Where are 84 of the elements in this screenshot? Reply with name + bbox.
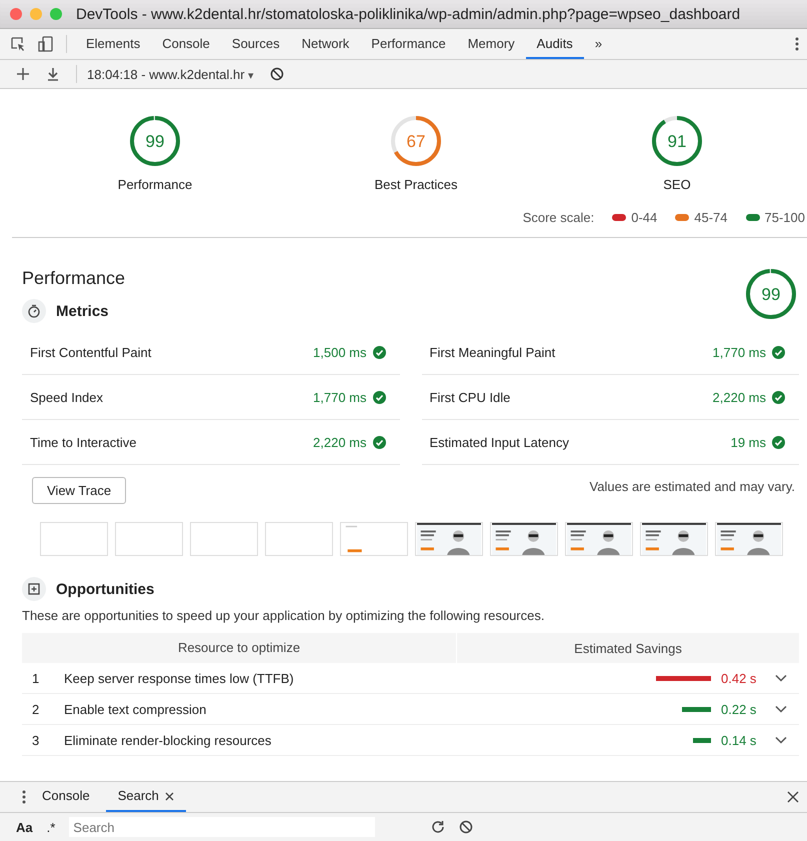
menu-icon[interactable] xyxy=(22,789,26,805)
opportunity-row[interactable]: 1 Keep server response times low (TTFB) 0.42 s xyxy=(22,663,799,694)
opportunity-name: Enable text compression xyxy=(64,702,208,716)
device-icon[interactable] xyxy=(38,36,54,52)
clear-icon[interactable] xyxy=(270,67,284,81)
search-field[interactable]: Search xyxy=(69,817,376,837)
panel-tab[interactable]: Performance xyxy=(360,29,457,59)
opportunity-row[interactable]: 2 Enable text compression 0.22 s xyxy=(22,694,799,725)
row-number: 1 xyxy=(32,670,40,686)
opportunity-name: Keep server response times low (TTFB) xyxy=(64,670,295,686)
regex-toggle[interactable]: .* xyxy=(46,820,56,834)
row-number: 2 xyxy=(32,702,40,716)
plus-icon[interactable] xyxy=(16,67,30,81)
savings-value: 0.42 s xyxy=(721,670,758,686)
panel-tab[interactable]: Sources xyxy=(220,29,291,59)
stopwatch-icon xyxy=(22,299,46,323)
subsection-title: Opportunities xyxy=(56,580,154,598)
column-header: Estimated Savings xyxy=(573,640,683,656)
filmstrip-frame xyxy=(265,522,333,556)
panel-tab[interactable]: Network xyxy=(290,29,360,59)
score-gauge: 67 xyxy=(388,113,444,169)
opportunities-description: These are opportunities to speed up your application by optimizing the following resources. xyxy=(22,608,546,623)
subsection-title: Metrics xyxy=(56,302,109,320)
more-tabs-button[interactable]: » xyxy=(584,29,614,59)
metric-name: First Meaningful Paint xyxy=(430,344,556,360)
metric-value: 1,770 ms xyxy=(313,390,366,404)
score-label: SEO xyxy=(663,177,691,192)
close-icon[interactable] xyxy=(164,792,174,800)
metric-value: 2,220 ms xyxy=(712,390,766,404)
metric-value: 2,220 ms xyxy=(313,434,366,450)
savings-value: 0.22 s xyxy=(721,702,758,716)
metric-value: 1,500 ms xyxy=(313,344,366,360)
chevron-icon[interactable] xyxy=(775,705,787,713)
legend-label: 0-44 xyxy=(631,210,658,225)
score-gauge: 91 xyxy=(649,113,705,169)
column-header: Resource to optimize xyxy=(22,633,457,663)
filmstrip-frame xyxy=(115,522,183,556)
opportunity-row[interactable]: 3 Eliminate render-blocking resources 0.14 s xyxy=(22,725,799,756)
score-gauge: 99 xyxy=(743,266,799,322)
metric-value: 19 ms xyxy=(730,434,766,450)
inspect-icon[interactable] xyxy=(10,36,26,52)
filmstrip-frame xyxy=(190,522,258,556)
section-title: Performance xyxy=(22,268,126,289)
clear-icon[interactable] xyxy=(459,820,474,834)
check-icon xyxy=(772,346,785,358)
check-icon xyxy=(372,436,386,448)
match-case-toggle[interactable]: Aa xyxy=(16,820,33,834)
legend-label: 75-100 xyxy=(764,210,805,225)
score-gauge: 99 xyxy=(127,113,183,169)
metric-name: First Contentful Paint xyxy=(30,344,152,360)
estimate-note: Values are estimated and may vary. xyxy=(590,479,795,494)
refresh-icon[interactable] xyxy=(431,820,446,834)
metric-name: Speed Index xyxy=(30,390,104,404)
metric-name: Time to Interactive xyxy=(30,434,138,450)
check-icon xyxy=(372,346,386,358)
caret-icon: ▾ xyxy=(248,70,254,82)
legend-label: 45-74 xyxy=(694,210,728,225)
panel-tab[interactable]: Elements xyxy=(75,29,152,59)
window-title: DevTools - www.k2dental.hr/stomatoloska-poliklinika/wp-admin/admin.php?page=wpseo_dashboard xyxy=(76,6,740,22)
metric-name: Estimated Input Latency xyxy=(430,434,570,450)
menu-icon[interactable] xyxy=(795,36,799,52)
check-icon xyxy=(772,436,785,448)
panel-tab[interactable]: Console xyxy=(151,29,221,59)
close-icon[interactable] xyxy=(787,791,799,803)
download-icon[interactable] xyxy=(46,67,60,81)
score-label: Best Practices xyxy=(374,177,458,192)
drawer-tab[interactable]: Search xyxy=(106,782,186,812)
check-icon xyxy=(772,390,785,404)
filmstrip-frame xyxy=(40,522,108,556)
score-scale-label: Score scale: xyxy=(522,210,594,225)
report-dropdown[interactable]: 18:04:18 - www.k2dental.hr ▾ xyxy=(87,66,254,82)
score-label: Performance xyxy=(118,177,192,192)
savings-value: 0.14 s xyxy=(721,732,758,748)
view-trace-button[interactable]: View Trace xyxy=(32,477,126,504)
chevron-icon[interactable] xyxy=(775,736,787,744)
drawer-tab[interactable]: Console xyxy=(30,782,102,812)
opportunity-name: Eliminate render-blocking resources xyxy=(64,732,272,748)
opportunity-icon xyxy=(22,577,46,601)
metric-value: 1,770 ms xyxy=(712,344,766,360)
chevron-icon[interactable] xyxy=(775,674,787,682)
row-number: 3 xyxy=(32,732,40,748)
check-icon xyxy=(372,390,386,404)
panel-tab[interactable]: Memory xyxy=(456,29,526,59)
metric-name: First CPU Idle xyxy=(430,390,512,404)
